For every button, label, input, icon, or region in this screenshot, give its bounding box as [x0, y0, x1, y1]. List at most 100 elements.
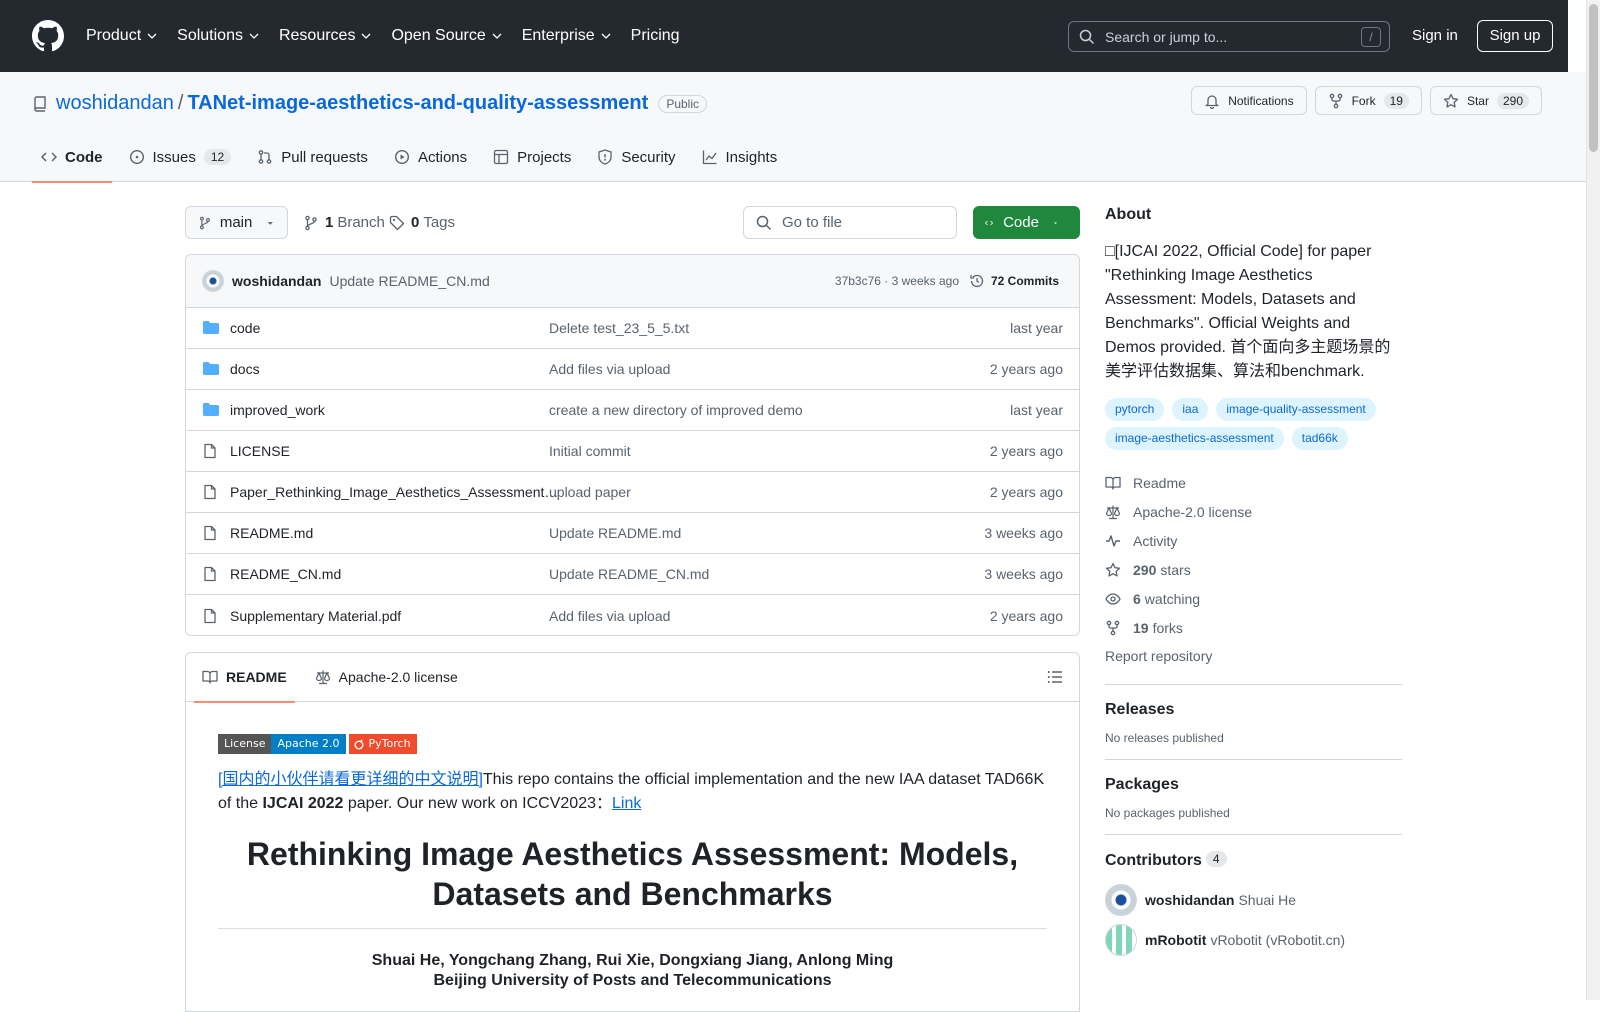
file-name-link[interactable]: LICENSE — [230, 443, 565, 459]
commit-message-link[interactable]: Update README_CN.md — [329, 273, 489, 289]
github-logo-icon[interactable] — [32, 20, 64, 52]
license-link[interactable]: Apache-2.0 license — [1105, 497, 1402, 526]
file-name-link[interactable]: README.md — [230, 525, 565, 541]
license-badge[interactable]: License Apache 2.0 — [218, 734, 346, 754]
activity-link[interactable]: Activity — [1105, 526, 1402, 555]
file-row[interactable]: Supplementary Material.pdf Add files via … — [186, 595, 1079, 635]
repo-owner-link[interactable]: woshidandan — [56, 92, 174, 115]
packages-heading[interactable]: Packages — [1105, 776, 1402, 794]
file-row[interactable]: docs Add files via upload 2 years ago — [186, 349, 1079, 390]
stars-link[interactable]: 290 stars — [1105, 555, 1402, 584]
topic-tag[interactable]: pytorch — [1105, 398, 1165, 421]
file-row[interactable]: LICENSE Initial commit 2 years ago — [186, 431, 1079, 472]
tag-count: 0 — [411, 214, 420, 231]
readme-link[interactable]: Readme — [1105, 468, 1402, 497]
avatar[interactable] — [202, 270, 224, 292]
go-to-file-input[interactable]: Go to file — [743, 206, 957, 239]
contributors-heading[interactable]: Contributors 4 — [1105, 851, 1402, 870]
file-type-icon — [202, 484, 220, 500]
book-icon — [202, 670, 218, 684]
contributors-count: 4 — [1205, 851, 1227, 867]
file-commit-message[interactable]: Update README_CN.md — [549, 566, 709, 582]
contributors-heading-label: Contributors — [1105, 852, 1202, 869]
topic-tag[interactable]: tad66k — [1291, 427, 1348, 450]
nav-product[interactable]: Product — [86, 27, 157, 45]
file-commit-message[interactable]: Delete test_23_5_5.txt — [549, 320, 689, 336]
readme-tab[interactable]: README — [194, 653, 295, 703]
file-row[interactable]: README.md Update README.md 3 weeks ago — [186, 513, 1079, 554]
commits-link[interactable]: 72 Commits — [969, 273, 1059, 289]
repo-name-link[interactable]: TANet-image-aesthetics-and-quality-asses… — [187, 92, 648, 115]
tags-link[interactable]: 0 Tags — [389, 206, 455, 239]
iccv-link[interactable]: Link — [612, 795, 641, 812]
topic-tag[interactable]: image-quality-assessment — [1216, 398, 1376, 421]
sign-in-link[interactable]: Sign in — [1412, 27, 1458, 44]
file-commit-message[interactable]: Add files via upload — [549, 361, 670, 377]
file-row[interactable]: improved_work create a new directory of i… — [186, 390, 1079, 431]
contributor-item[interactable]: mRobotit vRobotit (vRobotit.cn) — [1105, 920, 1402, 960]
file-commit-message[interactable]: create a new directory of improved demo — [549, 402, 803, 418]
file-name-link[interactable]: improved_work — [230, 402, 565, 418]
packages-note: No packages published — [1105, 806, 1230, 820]
topic-tag[interactable]: image-aesthetics-assessment — [1105, 427, 1284, 450]
commit-author-link[interactable]: woshidandan — [232, 273, 321, 289]
code-dropdown-button[interactable]: Code — [973, 206, 1080, 239]
watchers-link[interactable]: 6 watching — [1105, 584, 1402, 613]
nav-resources[interactable]: Resources — [279, 27, 371, 45]
scrollbar-thumb[interactable] — [1589, 4, 1598, 152]
license-tab[interactable]: Apache-2.0 license — [307, 653, 466, 702]
pytorch-badge[interactable]: PyTorch — [348, 734, 417, 754]
tab-code[interactable]: Code — [32, 132, 112, 183]
tab-pull-requests[interactable]: Pull requests — [248, 132, 377, 182]
global-search-input[interactable]: Search or jump to... / — [1068, 21, 1390, 52]
topic-tag[interactable]: iaa — [1172, 398, 1209, 421]
file-row[interactable]: README_CN.md Update README_CN.md 3 weeks a… — [186, 554, 1079, 595]
star-label: Star — [1466, 93, 1489, 108]
commits-label: 72 Commits — [990, 274, 1059, 288]
file-type-icon — [202, 566, 220, 582]
tab-issues[interactable]: Issues 12 — [120, 132, 241, 182]
tab-security[interactable]: Security — [588, 132, 684, 182]
file-commit-message[interactable]: upload paper — [549, 484, 631, 500]
file-name-link[interactable]: docs — [230, 361, 565, 377]
issue-icon — [129, 149, 144, 165]
graph-icon — [702, 150, 717, 165]
repo-header: woshidandan / TANet-image-aesthetics-and… — [0, 72, 1586, 183]
star-button[interactable]: Star 290 — [1429, 86, 1542, 115]
file-name-link[interactable]: Supplementary Material.pdf — [230, 608, 565, 624]
notifications-button[interactable]: Notifications — [1191, 86, 1307, 115]
forks-link[interactable]: 19 forks — [1105, 613, 1402, 642]
fork-icon — [1106, 620, 1120, 635]
file-name-link[interactable]: README_CN.md — [230, 566, 565, 582]
contributor-item[interactable]: woshidandan Shuai He — [1105, 880, 1402, 920]
file-row[interactable]: Paper_Rethinking_Image_Aesthetics_Assess… — [186, 472, 1079, 513]
fork-button[interactable]: Fork 19 — [1314, 86, 1422, 115]
file-name-link[interactable]: Paper_Rethinking_Image_Aesthetics_Assess… — [230, 484, 565, 500]
commit-meta[interactable]: 37b3c76 · 3 weeks ago — [835, 274, 959, 288]
file-commit-message[interactable]: Add files via upload — [549, 608, 670, 624]
nav-open-source[interactable]: Open Source — [391, 27, 502, 45]
chinese-readme-link[interactable]: [国内的小伙伴请看更详细的中文说明] — [218, 771, 483, 788]
list-icon[interactable] — [1047, 669, 1063, 685]
sign-up-button[interactable]: Sign up — [1477, 20, 1553, 52]
nav-enterprise[interactable]: Enterprise — [522, 27, 611, 45]
file-name-link[interactable]: code — [230, 320, 565, 336]
report-repository-link[interactable]: Report repository — [1105, 642, 1402, 670]
tab-projects[interactable]: Projects — [484, 132, 580, 182]
nav-solutions[interactable]: Solutions — [177, 27, 259, 45]
avatar — [1105, 884, 1137, 916]
file-commit-message[interactable]: Update README.md — [549, 525, 681, 541]
nav-pricing[interactable]: Pricing — [631, 27, 680, 45]
file-commit-message[interactable]: Initial commit — [549, 443, 631, 459]
folder-icon — [203, 403, 219, 416]
license-badge-left: License — [218, 734, 272, 754]
tab-actions[interactable]: Actions — [385, 132, 476, 182]
releases-heading[interactable]: Releases — [1105, 701, 1402, 719]
branches-link[interactable]: 1 Branch — [303, 206, 385, 239]
nav-open-source-label: Open Source — [391, 27, 486, 44]
tab-insights[interactable]: Insights — [693, 132, 787, 182]
page-scrollbar[interactable] — [1586, 0, 1600, 1000]
file-row[interactable]: code Delete test_23_5_5.txt last year — [186, 308, 1079, 349]
branch-select-button[interactable]: main — [185, 206, 288, 239]
scale-icon — [315, 670, 330, 685]
